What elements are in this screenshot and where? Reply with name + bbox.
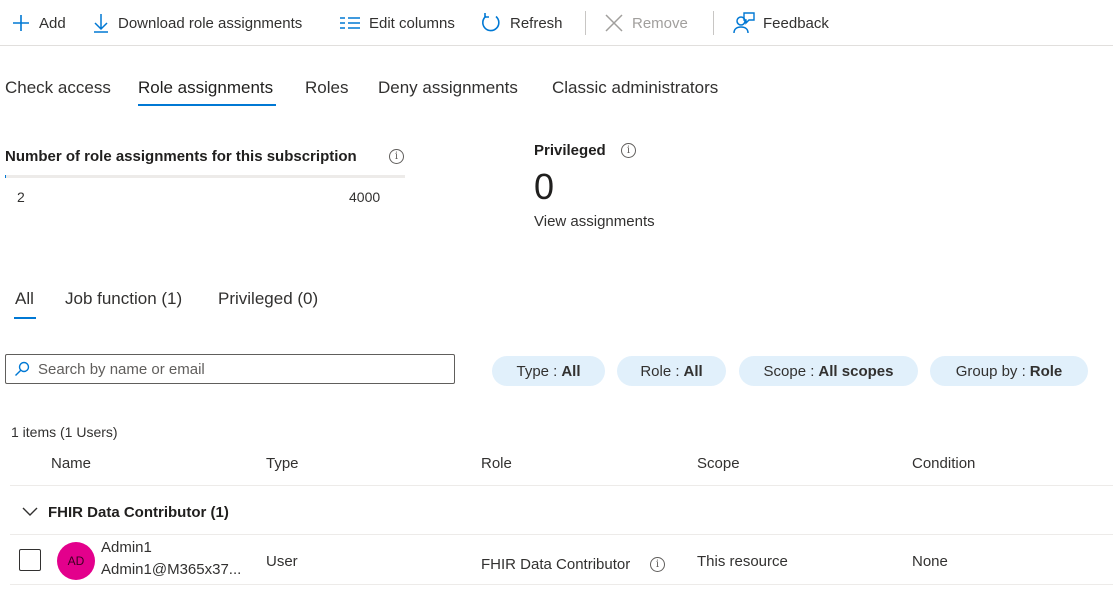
tab-classic-administrators[interactable]: Classic administrators <box>552 78 718 98</box>
chevron-down-icon[interactable] <box>22 507 38 517</box>
info-icon[interactable]: i <box>621 143 636 158</box>
role-link[interactable]: FHIR Data Contributor <box>481 556 630 573</box>
user-email: Admin1@M365x37... <box>101 561 242 578</box>
group-by-filter-value: Role <box>1029 362 1063 380</box>
tab-deny-assignments[interactable]: Deny assignments <box>378 78 518 98</box>
scope-filter-pill[interactable]: Scope : All scopes <box>739 356 918 386</box>
refresh-icon <box>482 13 500 32</box>
columns-icon <box>340 17 360 29</box>
group-by-filter-label: Group by : <box>955 362 1026 380</box>
search-input[interactable]: Search by name or email <box>5 354 455 384</box>
current-count: 2 <box>17 189 25 205</box>
command-bar: Add Download role assignments Edit colum… <box>0 0 1113 46</box>
refresh-button[interactable]: Refresh <box>480 0 563 46</box>
privileged-count: 0 <box>534 166 555 207</box>
type-filter-pill[interactable]: Type : All <box>492 356 605 386</box>
type-filter-label: Type : <box>516 362 558 380</box>
remove-label: Remove <box>632 14 688 32</box>
privileged-title: Privileged <box>534 142 606 159</box>
progress-fill <box>5 175 6 178</box>
search-icon <box>15 361 30 376</box>
group-label: FHIR Data Contributor (1) <box>48 503 229 521</box>
column-header-name[interactable]: Name <box>51 455 91 472</box>
add-button[interactable]: Add <box>11 0 66 46</box>
toolbar-divider <box>585 11 586 35</box>
info-icon[interactable]: i <box>650 557 665 572</box>
type-filter-value: All <box>561 362 581 380</box>
toolbar-divider <box>713 11 714 35</box>
role-assignments-count-title: Number of role assignments for this subs… <box>5 148 357 165</box>
role-filter-value: All <box>683 362 703 380</box>
column-header-role[interactable]: Role <box>481 455 512 472</box>
group-row[interactable]: FHIR Data Contributor (1) <box>10 495 229 529</box>
plus-icon <box>13 15 29 31</box>
info-icon[interactable]: i <box>389 149 404 164</box>
active-tab-indicator <box>138 104 276 106</box>
column-header-scope[interactable]: Scope <box>697 455 740 472</box>
row-divider <box>10 584 1113 585</box>
close-icon <box>605 14 623 32</box>
search-placeholder: Search by name or email <box>38 360 205 378</box>
edit-columns-label: Edit columns <box>369 14 455 32</box>
remove-button[interactable]: Remove <box>604 0 688 46</box>
column-header-type[interactable]: Type <box>266 455 299 472</box>
filter-tab-all[interactable]: All <box>15 289 34 309</box>
tab-role-assignments[interactable]: Role assignments <box>138 78 273 98</box>
limit-count: 4000 <box>349 189 381 205</box>
column-header-condition[interactable]: Condition <box>912 455 975 472</box>
tab-check-access[interactable]: Check access <box>5 78 111 98</box>
group-divider <box>10 534 1113 535</box>
type-cell: User <box>266 553 298 570</box>
view-assignments-link[interactable]: View assignments <box>534 213 655 230</box>
header-divider <box>10 485 1113 486</box>
avatar: AD <box>57 542 95 580</box>
group-by-filter-pill[interactable]: Group by : Role <box>930 356 1088 386</box>
row-checkbox[interactable] <box>19 549 41 571</box>
feedback-label: Feedback <box>763 14 829 32</box>
scope-filter-label: Scope : <box>763 362 815 380</box>
tab-roles[interactable]: Roles <box>305 78 348 98</box>
feedback-icon <box>733 12 755 34</box>
scope-filter-value: All scopes <box>818 362 894 380</box>
filter-tab-job-function[interactable]: Job function (1) <box>65 289 182 309</box>
refresh-label: Refresh <box>510 14 563 32</box>
download-icon <box>94 14 108 33</box>
scope-cell: This resource <box>697 553 788 570</box>
role-assignments-progress-bar <box>5 175 405 178</box>
download-label: Download role assignments <box>118 14 303 32</box>
feedback-button[interactable]: Feedback <box>733 0 829 46</box>
condition-cell: None <box>912 553 948 570</box>
role-filter-label: Role : <box>640 362 680 380</box>
filter-tab-privileged[interactable]: Privileged (0) <box>218 289 318 309</box>
add-label: Add <box>39 14 66 32</box>
active-filter-indicator <box>14 317 36 319</box>
download-role-assignments-button[interactable]: Download role assignments <box>92 0 302 46</box>
edit-columns-button[interactable]: Edit columns <box>339 0 455 46</box>
items-count: 1 items (1 Users) <box>11 424 118 440</box>
role-filter-pill[interactable]: Role : All <box>617 356 726 386</box>
user-name-link[interactable]: Admin1 <box>101 539 152 556</box>
